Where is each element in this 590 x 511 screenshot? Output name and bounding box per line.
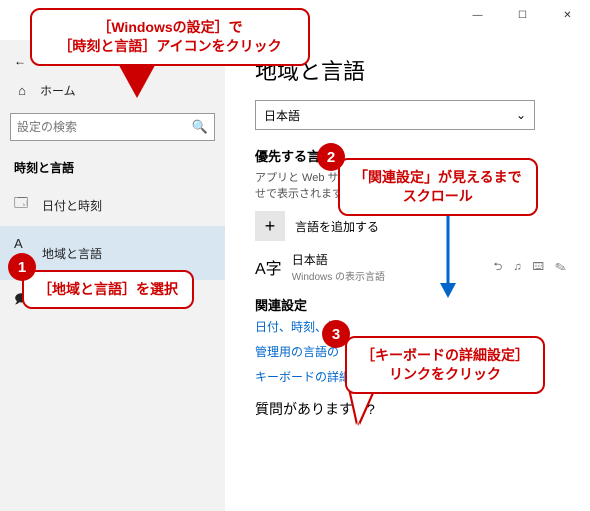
annotation-3: ［キーボードの詳細設定］ リンクをクリック bbox=[345, 336, 545, 394]
help-question: 質問がありますか? bbox=[255, 399, 570, 419]
language-glyph-icon: A字 bbox=[255, 255, 282, 279]
category-heading: 時刻と言語 bbox=[0, 151, 225, 184]
main-pane: 地域と言語 日本語 ⌄ 優先する言語 アプリと Web サイ せで表示されます … bbox=[225, 40, 590, 511]
minimize-button[interactable]: — bbox=[455, 0, 500, 30]
annotation-arrow-icon bbox=[438, 210, 458, 300]
annotation-2: 「関連設定」が見えるまで スクロール bbox=[338, 158, 538, 216]
annotation-1: ［地域と言語］を選択 bbox=[22, 270, 194, 309]
annotation-badge-1: 1 bbox=[8, 253, 36, 281]
region-dropdown[interactable]: 日本語 ⌄ bbox=[255, 100, 535, 130]
chevron-down-icon: ⌄ bbox=[516, 108, 526, 122]
dropdown-value: 日本語 bbox=[264, 107, 300, 124]
close-button[interactable]: ✕ bbox=[545, 0, 590, 30]
search-input[interactable] bbox=[17, 120, 192, 134]
annotation-top: ［Windowsの設定］で ［時刻と言語］アイコンをクリック bbox=[30, 8, 310, 66]
annotation-badge-2: 2 bbox=[317, 143, 345, 171]
related-settings-heading: 関連設定 bbox=[255, 295, 570, 314]
link-date-region[interactable]: 日付、時刻、地 bbox=[255, 318, 570, 335]
sidebar-item-label: 地域と言語 bbox=[42, 245, 102, 262]
home-icon: ⌂ bbox=[14, 83, 30, 98]
search-box[interactable]: 🔍 bbox=[10, 113, 215, 141]
home-link[interactable]: ⌂ ホーム bbox=[0, 74, 225, 107]
language-row-japanese[interactable]: A字 日本語 Windows の表示言語 ⮌ ♫ ⌨ ✎ bbox=[255, 251, 570, 283]
annotation-badge-3: 3 bbox=[322, 320, 350, 348]
add-language-label: 言語を追加する bbox=[295, 218, 379, 235]
home-label: ホーム bbox=[40, 82, 76, 99]
back-icon[interactable]: ← bbox=[14, 54, 26, 68]
sidebar-item-datetime[interactable]: 🗔 日付と時刻 bbox=[0, 184, 225, 226]
maximize-button[interactable]: ☐ bbox=[500, 0, 545, 30]
sidebar-item-label: 日付と時刻 bbox=[42, 197, 102, 214]
plus-icon: + bbox=[255, 211, 285, 241]
calendar-icon: 🗔 bbox=[14, 194, 30, 216]
language-subtitle: Windows の表示言語 bbox=[292, 268, 385, 283]
language-feature-icons: ⮌ ♫ ⌨ ✎ bbox=[493, 258, 570, 277]
search-icon: 🔍 bbox=[192, 119, 208, 135]
language-name: 日本語 bbox=[292, 251, 385, 268]
